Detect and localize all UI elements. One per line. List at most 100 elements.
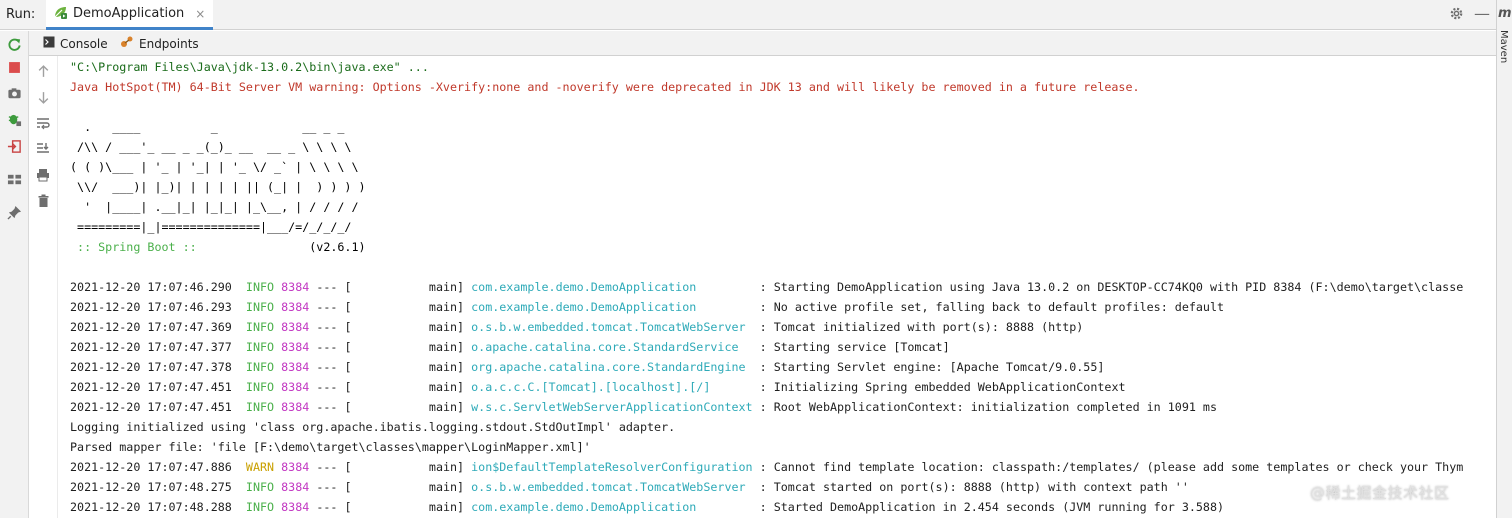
banner-line: . ____ _ __ _ _ bbox=[70, 120, 345, 134]
banner-line: =========|_|==============|___/=/_/_/_/ bbox=[70, 220, 352, 234]
log-thread: --- [ main] bbox=[309, 500, 472, 514]
log-thread: --- [ main] bbox=[309, 320, 472, 334]
endpoints-tab-label: Endpoints bbox=[139, 36, 199, 51]
log-pid: 8384 bbox=[281, 340, 310, 354]
log-pid: 8384 bbox=[281, 460, 310, 474]
log-line: 2021-12-20 17:07:46.293 INFO 8384 --- [ … bbox=[70, 297, 1224, 317]
log-timestamp: 2021-12-20 17:07:47.377 bbox=[70, 340, 232, 354]
log-thread: --- [ main] bbox=[309, 400, 472, 414]
spring-leaf-icon bbox=[52, 4, 68, 24]
log-line: 2021-12-20 17:07:47.886 WARN 8384 --- [ … bbox=[70, 457, 1463, 477]
log-timestamp: 2021-12-20 17:07:48.288 bbox=[70, 500, 232, 514]
log-thread: --- [ main] bbox=[309, 480, 472, 494]
log-message: : Started DemoApplication in 2.454 secon… bbox=[752, 500, 1225, 514]
console-toolbar bbox=[29, 56, 58, 518]
maven-icon[interactable]: m bbox=[1498, 6, 1512, 21]
log-logger: com.example.demo.DemoApplication bbox=[471, 300, 753, 314]
log-level: INFO bbox=[245, 360, 275, 374]
gear-icon[interactable] bbox=[1449, 6, 1464, 25]
console-output[interactable]: "C:\Program Files\Java\jdk-13.0.2\bin\ja… bbox=[59, 57, 1496, 518]
log-pid: 8384 bbox=[281, 380, 310, 394]
watermark: @稀土掘金技术社区 bbox=[1310, 484, 1450, 502]
camera-icon[interactable] bbox=[5, 84, 24, 103]
stop-icon[interactable] bbox=[5, 58, 24, 77]
banner-line: ' |____| .__|_| |_|_| |_\__, | / / / / bbox=[70, 200, 359, 214]
log-line: 2021-12-20 17:07:48.288 INFO 8384 --- [ … bbox=[70, 497, 1224, 517]
trash-icon[interactable] bbox=[34, 192, 52, 210]
banner-line: \\/ ___)| |_)| | | | | || (_| | ) ) ) ) bbox=[70, 180, 366, 194]
log-line: 2021-12-20 17:07:47.377 INFO 8384 --- [ … bbox=[70, 337, 950, 357]
banner-line: /\\ / ___'_ __ _ _(_)_ __ __ _ \ \ \ \ bbox=[70, 140, 352, 154]
log-thread: --- [ main] bbox=[309, 300, 472, 314]
log-logger: com.example.demo.DemoApplication bbox=[471, 500, 753, 514]
log-timestamp: 2021-12-20 17:07:47.451 bbox=[70, 380, 232, 394]
log-level: INFO bbox=[245, 340, 275, 354]
log-pid: 8384 bbox=[281, 400, 310, 414]
run-label: Run: bbox=[6, 7, 36, 22]
log-message: : No active profile set, falling back to… bbox=[752, 300, 1225, 314]
log-timestamp: 2021-12-20 17:07:46.293 bbox=[70, 300, 232, 314]
log-level: INFO bbox=[245, 480, 275, 494]
log-logger: o.s.b.w.embedded.tomcat.TomcatWebServer bbox=[471, 480, 753, 494]
log-pid: 8384 bbox=[281, 500, 310, 514]
log-line: 2021-12-20 17:07:47.451 INFO 8384 --- [ … bbox=[70, 397, 1217, 417]
log-timestamp: 2021-12-20 17:07:47.451 bbox=[70, 400, 232, 414]
close-tab-icon[interactable]: × bbox=[195, 7, 205, 21]
tab-endpoints[interactable]: Endpoints bbox=[120, 31, 199, 56]
tab-demo-application[interactable]: DemoApplication × bbox=[46, 0, 214, 30]
log-timestamp: 2021-12-20 17:07:47.378 bbox=[70, 360, 232, 374]
log-logger: ion$DefaultTemplateResolverConfiguration bbox=[471, 460, 753, 474]
soft-wrap-icon[interactable] bbox=[34, 114, 52, 132]
run-left-toolbar bbox=[0, 31, 29, 518]
log-pid: 8384 bbox=[281, 300, 310, 314]
log-timestamp: 2021-12-20 17:07:47.369 bbox=[70, 320, 232, 334]
log-timestamp: 2021-12-20 17:07:48.275 bbox=[70, 480, 232, 494]
log-logger: o.s.b.w.embedded.tomcat.TomcatWebServer bbox=[471, 320, 753, 334]
rerun-icon[interactable] bbox=[5, 35, 24, 54]
log-level: INFO bbox=[245, 500, 275, 514]
print-icon[interactable] bbox=[34, 166, 52, 184]
spring-boot-version: (v2.6.1) bbox=[203, 240, 366, 254]
log-level: INFO bbox=[245, 300, 275, 314]
log-thread: --- [ main] bbox=[309, 360, 472, 374]
log-pid: 8384 bbox=[281, 360, 310, 374]
scroll-to-end-icon[interactable] bbox=[34, 139, 52, 157]
pin-icon[interactable] bbox=[5, 203, 24, 222]
log-thread: --- [ main] bbox=[309, 280, 472, 294]
debug-bug-icon[interactable] bbox=[5, 110, 24, 129]
banner-line: ( ( )\___ | '_ | '_| | '_ \/ _` | \ \ \ … bbox=[70, 160, 359, 174]
log-line: 2021-12-20 17:07:47.369 INFO 8384 --- [ … bbox=[70, 317, 1083, 337]
log-thread: --- [ main] bbox=[309, 380, 472, 394]
log-level: INFO bbox=[245, 280, 275, 294]
log-logger: o.a.c.c.C.[Tomcat].[localhost].[/] bbox=[471, 380, 753, 394]
spring-boot-version-line: :: Spring Boot :: (v2.6.1) bbox=[70, 237, 366, 257]
arrow-down-icon[interactable] bbox=[34, 88, 52, 106]
plain-log-line: Parsed mapper file: 'file [F:\demo\targe… bbox=[70, 440, 591, 454]
layout-icon[interactable] bbox=[5, 170, 24, 189]
log-message: : Tomcat started on port(s): 8888 (http)… bbox=[752, 480, 1189, 494]
command-line: "C:\Program Files\Java\jdk-13.0.2\bin\ja… bbox=[70, 60, 429, 74]
plain-log-line: Logging initialized using 'class org.apa… bbox=[70, 420, 676, 434]
console-icon bbox=[43, 36, 55, 51]
maven-tool-button[interactable]: Maven bbox=[1498, 30, 1509, 63]
log-message: : Starting service [Tomcat] bbox=[752, 340, 950, 354]
log-message: : Starting DemoApplication using Java 13… bbox=[752, 280, 1464, 294]
tab-label: DemoApplication bbox=[73, 6, 185, 21]
arrow-up-icon[interactable] bbox=[34, 62, 52, 80]
exit-icon[interactable] bbox=[5, 137, 24, 156]
tab-console[interactable]: Console bbox=[43, 31, 108, 56]
log-thread: --- [ main] bbox=[309, 460, 472, 474]
minimize-icon[interactable]: — bbox=[1474, 4, 1490, 23]
jvm-warning-line: Java HotSpot(TM) 64-Bit Server VM warnin… bbox=[70, 80, 1140, 94]
spring-boot-label: :: Spring Boot :: bbox=[70, 240, 204, 254]
log-message: : Root WebApplicationContext: initializa… bbox=[752, 400, 1218, 414]
log-level: WARN bbox=[245, 460, 275, 474]
log-line: 2021-12-20 17:07:47.378 INFO 8384 --- [ … bbox=[70, 357, 1104, 377]
log-logger: com.example.demo.DemoApplication bbox=[471, 280, 753, 294]
log-message: : Starting Servlet engine: [Apache Tomca… bbox=[752, 360, 1105, 374]
log-line: 2021-12-20 17:07:46.290 INFO 8384 --- [ … bbox=[70, 277, 1463, 297]
log-pid: 8384 bbox=[281, 480, 310, 494]
log-pid: 8384 bbox=[281, 320, 310, 334]
run-toolwindow-header: Run: DemoApplication × — bbox=[0, 0, 1496, 30]
log-pid: 8384 bbox=[281, 280, 310, 294]
